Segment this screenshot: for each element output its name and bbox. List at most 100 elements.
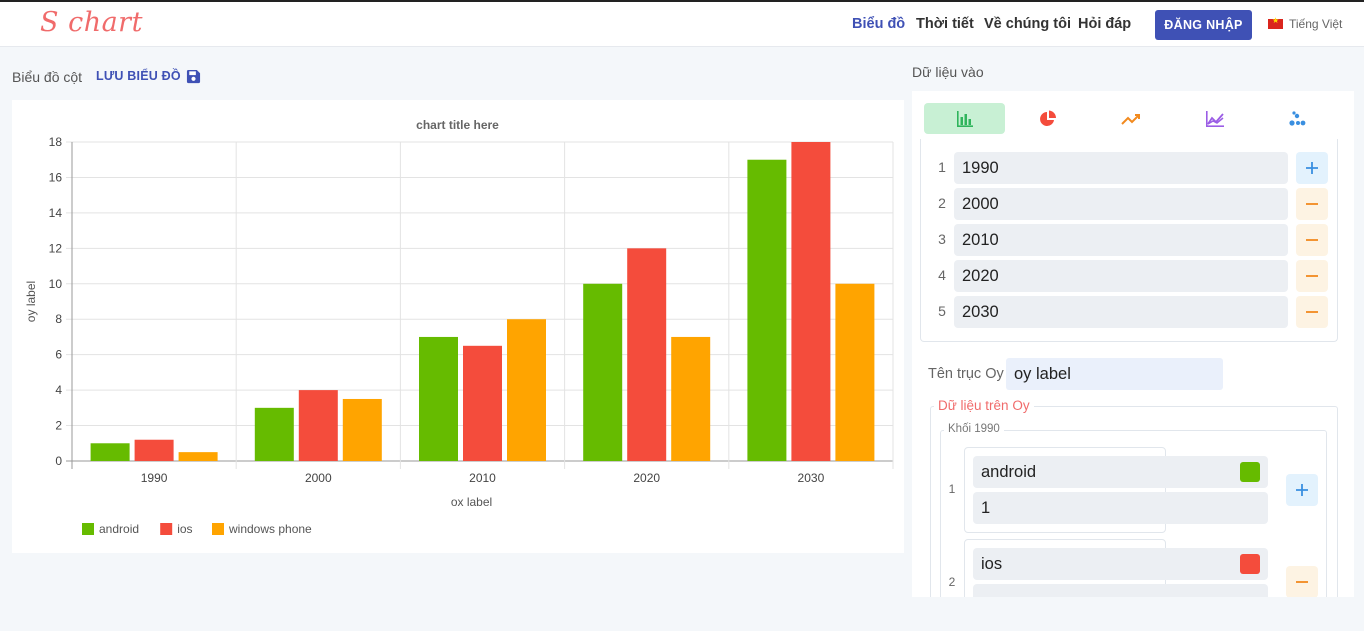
bar-android [747, 159, 787, 461]
y-tick-label: 18 [49, 135, 63, 149]
y-tick-label: 4 [55, 383, 62, 397]
save-chart-button[interactable]: LƯU BIỂU ĐỒ [96, 69, 181, 83]
x-tick-label: 2000 [305, 471, 332, 485]
remove-x-button[interactable] [1296, 188, 1328, 220]
tab-area-chart[interactable] [1174, 103, 1255, 134]
login-button[interactable]: ĐĂNG NHẬP [1155, 10, 1252, 40]
remove-series-button[interactable] [1286, 566, 1318, 597]
input-panel-title: Dữ liệu vào [912, 64, 984, 80]
remove-x-button[interactable] [1296, 296, 1328, 328]
pie-chart-icon [1039, 110, 1056, 126]
block-legend: Khối 1990 [944, 423, 1004, 435]
series-color-swatch[interactable] [1240, 554, 1260, 574]
input-panel: 1 1990 2 2000 3 2010 4 2020 5 2030 Tên t… [912, 91, 1354, 597]
bar-android [254, 407, 294, 461]
y-tick-label: 0 [55, 454, 62, 468]
bar-ios [134, 439, 174, 461]
bar-android [583, 283, 623, 461]
logo[interactable]: S chart [40, 7, 143, 38]
language-label: Tiếng Việt [1289, 17, 1343, 31]
series-number: 1 [948, 482, 956, 496]
plus-icon [1306, 162, 1318, 174]
legend-swatch [82, 523, 94, 535]
bar-windows-phone [835, 283, 875, 461]
add-series-button[interactable] [1286, 474, 1318, 506]
tab-line-chart[interactable] [1090, 103, 1171, 134]
y-tick-label: 12 [49, 241, 63, 255]
language-selector[interactable]: Tiếng Việt [1268, 16, 1343, 31]
oy-axis-name-label: Tên trục Oy [928, 366, 1004, 382]
x-value-input[interactable]: 2020 [954, 260, 1288, 292]
x-axis-label: ox label [451, 495, 492, 509]
add-x-button[interactable] [1296, 152, 1328, 184]
nav-about[interactable]: Về chúng tôi [984, 16, 1071, 32]
x-tick-label: 2030 [798, 471, 825, 485]
row-number: 5 [938, 303, 946, 319]
oy-axis-name-input[interactable]: oy label [1006, 358, 1223, 390]
minus-icon [1306, 311, 1318, 313]
x-value-input[interactable]: 1990 [954, 152, 1288, 184]
save-icon[interactable] [186, 69, 201, 84]
minus-icon [1306, 203, 1318, 205]
series-name-input[interactable]: android [973, 456, 1268, 488]
nav-faq[interactable]: Hỏi đáp [1078, 16, 1131, 32]
chart-type-label: Biểu đồ cột [12, 69, 83, 85]
legend-label: windows phone [228, 522, 312, 536]
series-color-swatch[interactable] [1240, 462, 1260, 482]
line-chart-icon [1120, 113, 1140, 125]
minus-icon [1306, 239, 1318, 241]
legend-swatch [212, 523, 224, 535]
y-axis-label: oy label [24, 281, 38, 322]
y-tick-label: 14 [49, 206, 63, 220]
x-tick-label: 1990 [141, 471, 168, 485]
legend-label: ios [177, 522, 192, 536]
bar-windows-phone [671, 336, 711, 461]
row-number: 3 [938, 231, 946, 247]
bar-windows-phone [342, 398, 382, 461]
minus-icon [1296, 581, 1308, 583]
row-number: 1 [938, 159, 946, 175]
x-tick-label: 2010 [469, 471, 496, 485]
chart-card: chart title here 0 2 4 6 8 10 12 14 16 18 1990 2000 2… [12, 100, 904, 553]
tab-bar-chart[interactable] [924, 103, 1005, 134]
x-value-input[interactable]: 2000 [954, 188, 1288, 220]
y-tick-label: 10 [49, 277, 63, 291]
series-value-input[interactable] [973, 584, 1268, 597]
tab-scatter-chart[interactable] [1257, 103, 1338, 134]
bar-windows-phone [507, 319, 546, 461]
y-tick-label: 6 [55, 348, 62, 362]
tab-pie-chart[interactable] [1007, 103, 1088, 134]
vietnam-flag-icon [1268, 16, 1283, 29]
minus-icon [1306, 275, 1318, 277]
bar-chart: chart title here 0 2 4 6 8 10 12 14 16 18 1990 2000 2… [24, 118, 894, 536]
y-tick-label: 8 [55, 312, 62, 326]
top-bar: S chart Biểu đồ Thời tiết Về chúng tôi H… [0, 0, 1364, 47]
row-number: 2 [938, 195, 946, 211]
bar-android [90, 443, 130, 461]
remove-x-button[interactable] [1296, 260, 1328, 292]
y-tick-label: 2 [55, 419, 62, 433]
oy-data-legend: Dữ liệu trên Oy [934, 398, 1034, 413]
y-tick-label: 16 [49, 170, 63, 184]
scatter-chart-icon [1288, 110, 1305, 126]
x-tick-label: 2020 [633, 471, 660, 485]
bar-ios [791, 142, 831, 461]
chart-title: chart title here [416, 118, 499, 132]
x-value-input[interactable]: 2010 [954, 224, 1288, 256]
legend-swatch [160, 523, 173, 535]
area-chart-icon [1205, 110, 1224, 127]
nav-weather[interactable]: Thời tiết [916, 16, 974, 32]
remove-x-button[interactable] [1296, 224, 1328, 256]
bar-android [419, 336, 458, 461]
bar-ios [463, 345, 502, 461]
nav-charts[interactable]: Biểu đồ [852, 16, 905, 32]
series-value-input[interactable]: 1 [973, 492, 1268, 524]
x-value-input[interactable]: 2030 [954, 296, 1288, 328]
bar-ios [298, 390, 338, 461]
chart-type-tabs [912, 91, 1354, 143]
bar-chart-icon [956, 110, 973, 127]
legend-label: android [99, 522, 139, 536]
series-name-input[interactable]: ios [973, 548, 1268, 580]
row-number: 4 [938, 267, 946, 283]
bar-windows-phone [178, 452, 218, 461]
